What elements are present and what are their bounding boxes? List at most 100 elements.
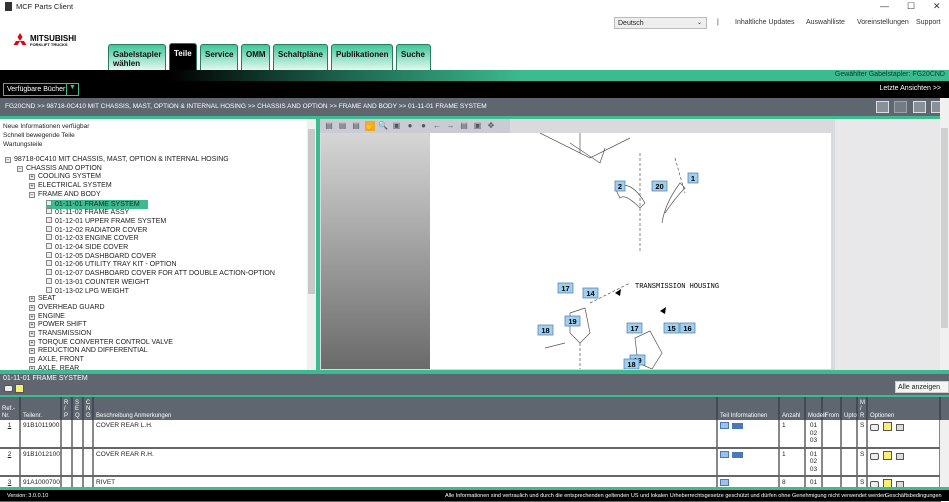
tree-node[interactable]: + AXLE, FRONT bbox=[29, 356, 84, 364]
expand-icon[interactable]: + bbox=[29, 296, 35, 303]
viewer-scrollbar[interactable] bbox=[940, 98, 949, 370]
language-select[interactable]: Deutsch ⌄ bbox=[614, 17, 707, 29]
page-icon[interactable] bbox=[46, 234, 52, 241]
document-icon[interactable] bbox=[720, 479, 729, 486]
scroll-thumb[interactable] bbox=[941, 128, 948, 328]
export-icon[interactable]: ▣ bbox=[473, 121, 483, 131]
exploded-drawing[interactable]: TRANSMISSION HOUSING 1 2 20 17 14 19 18 17 15 16 1… bbox=[430, 133, 831, 369]
close-button[interactable]: ✕ bbox=[933, 1, 941, 12]
link-new-info[interactable]: Neue Informationen verfügbar bbox=[3, 123, 89, 130]
tree-node[interactable]: + OVERHEAD GUARD bbox=[29, 304, 105, 312]
tree-node[interactable]: 01-12-02 RADIATOR COVER bbox=[46, 225, 147, 235]
minimize-button[interactable]: — bbox=[880, 1, 889, 11]
parts-scrollbar[interactable] bbox=[940, 420, 949, 487]
tree-node[interactable]: 01-12-06 UTILITY TRAY KIT - OPTION bbox=[46, 260, 177, 269]
expand-icon[interactable]: + bbox=[29, 304, 35, 311]
callout-18[interactable]: 18 bbox=[537, 324, 554, 336]
maximize-button[interactable]: ☐ bbox=[907, 1, 915, 12]
print-icon[interactable] bbox=[894, 101, 907, 113]
tab-publications[interactable]: Publikationen bbox=[331, 44, 393, 71]
callout-19[interactable]: 19 bbox=[564, 315, 581, 327]
callout-2[interactable]: 2 bbox=[614, 180, 626, 192]
note-icon[interactable] bbox=[15, 384, 24, 393]
callout-20[interactable]: 20 bbox=[651, 180, 668, 192]
expand-icon[interactable]: + bbox=[29, 357, 35, 364]
page-print-icon[interactable]: ▤ bbox=[338, 121, 348, 131]
filter-select[interactable]: Alle anzeigen ⌄ bbox=[895, 381, 949, 399]
page-icon[interactable] bbox=[46, 286, 52, 293]
books-dropdown[interactable]: Verfügbare Bücher ▼ bbox=[3, 83, 79, 96]
tab-wiring-diagrams[interactable]: Schaltpläne bbox=[273, 44, 328, 71]
forward-arrow-icon[interactable]: → bbox=[446, 121, 456, 131]
link-fast-moving-parts[interactable]: Schnell bewegende Teile bbox=[3, 132, 75, 139]
tree-node[interactable]: 01-12-04 SIDE COVER bbox=[46, 243, 128, 252]
tree-node[interactable]: 01-11-01 FRAME SYSTEM bbox=[46, 199, 148, 209]
page-icon[interactable] bbox=[46, 216, 52, 223]
page-icon[interactable] bbox=[46, 199, 52, 206]
link-selection-list[interactable]: Auswahlliste bbox=[806, 19, 845, 26]
page-first-icon[interactable]: ▤ bbox=[324, 121, 334, 131]
comment-icon[interactable] bbox=[870, 424, 879, 431]
tree-node[interactable]: + COOLING SYSTEM bbox=[29, 173, 101, 181]
tree-node[interactable]: − CHASSIS AND OPTION bbox=[17, 165, 102, 173]
tab-omm[interactable]: OMM bbox=[241, 44, 270, 71]
link-preferences[interactable]: Voreinstellungen bbox=[857, 19, 909, 26]
note-icon[interactable] bbox=[883, 450, 892, 460]
zoom-box-icon[interactable]: ▣ bbox=[392, 121, 402, 131]
link-maintenance-parts[interactable]: Wartungsteile bbox=[3, 141, 43, 148]
table-icon[interactable] bbox=[896, 452, 904, 460]
cell-ref[interactable]: 1 bbox=[0, 420, 21, 449]
list-view-icon[interactable] bbox=[876, 101, 889, 113]
tree-node[interactable]: 01-12-03 ENGINE COVER bbox=[46, 234, 139, 243]
expand-icon[interactable]: + bbox=[29, 348, 35, 355]
pan-hand-icon[interactable]: ✋ bbox=[364, 121, 375, 131]
page-icon[interactable] bbox=[46, 208, 52, 215]
recent-views-link[interactable]: Letzte Ansichten >> bbox=[880, 85, 942, 92]
callout-17[interactable]: 17 bbox=[557, 282, 574, 294]
fit-icon[interactable]: ✥ bbox=[486, 121, 496, 131]
comment-icon[interactable] bbox=[870, 452, 879, 460]
page-icon[interactable] bbox=[46, 251, 52, 258]
collapse-icon[interactable]: − bbox=[17, 165, 23, 172]
tree-node[interactable]: 01-11-02 FRAME ASSY bbox=[46, 208, 129, 217]
table-icon[interactable] bbox=[896, 424, 904, 431]
tree-node[interactable]: + TRANSMISSION bbox=[29, 330, 91, 338]
link-content-updates[interactable]: Inhaltliche Updates bbox=[735, 19, 795, 26]
print-icon[interactable]: ▤ bbox=[459, 121, 469, 131]
zoom-icon[interactable]: 🔍 bbox=[378, 121, 388, 131]
callout-1[interactable]: 1 bbox=[687, 172, 699, 184]
note-icon[interactable] bbox=[883, 422, 892, 431]
tree-scrollbar[interactable] bbox=[307, 119, 316, 370]
tab-forklift-select[interactable]: Gabelstapler wählen bbox=[108, 44, 166, 71]
table-row[interactable]: 1 91B1011900 COVER REAR L.H. 1 01 02 03 S bbox=[0, 420, 941, 449]
callout-14[interactable]: 14 bbox=[582, 287, 599, 299]
tree-node[interactable]: 01-12-07 DASHBOARD COVER FOR ATT DOUBLE … bbox=[46, 269, 275, 278]
mfp-icon[interactable] bbox=[732, 451, 743, 458]
tree-node[interactable]: 01-13-02 LPG WEIGHT bbox=[46, 286, 129, 296]
document-icon[interactable] bbox=[720, 450, 729, 458]
zoom-out-icon[interactable]: ● bbox=[405, 121, 415, 131]
callout-18[interactable]: 18 bbox=[623, 358, 640, 369]
link-support[interactable]: Support bbox=[916, 19, 941, 26]
page-icon[interactable] bbox=[46, 260, 52, 267]
document-icon[interactable] bbox=[720, 422, 729, 429]
expand-icon[interactable]: + bbox=[29, 331, 35, 337]
tab-search[interactable]: Suche bbox=[396, 44, 431, 71]
callout-17[interactable]: 17 bbox=[626, 322, 643, 334]
tree-node[interactable]: − FRAME AND BODY bbox=[29, 191, 101, 199]
tree-node[interactable]: 01-12-01 UPPER FRAME SYSTEM bbox=[46, 216, 166, 226]
cell-ref[interactable]: 2 bbox=[0, 447, 21, 477]
mfp-icon[interactable] bbox=[732, 423, 743, 429]
collapse-icon[interactable]: − bbox=[29, 191, 35, 198]
page-icon[interactable] bbox=[46, 277, 52, 284]
zoom-in-icon[interactable]: ● bbox=[419, 121, 429, 131]
expand-icon[interactable]: + bbox=[29, 339, 35, 346]
table-row[interactable]: 2 91B1012100 COVER REAR R.H. 1 01 02 03 S bbox=[0, 447, 941, 477]
tree-node[interactable]: 01-13-01 COUNTER WEIGHT bbox=[46, 277, 150, 287]
tree-node[interactable]: + ELECTRICAL SYSTEM bbox=[29, 182, 112, 190]
expand-icon[interactable]: + bbox=[29, 313, 35, 320]
tree-node[interactable]: + TORQUE CONVERTER CONTROL VALVE bbox=[29, 339, 173, 347]
terms-link[interactable]: Geschäftsbedingungen bbox=[885, 493, 942, 499]
tab-service[interactable]: Service bbox=[200, 44, 238, 71]
tree-node[interactable]: 01-12-05 DASHBOARD COVER bbox=[46, 251, 156, 261]
